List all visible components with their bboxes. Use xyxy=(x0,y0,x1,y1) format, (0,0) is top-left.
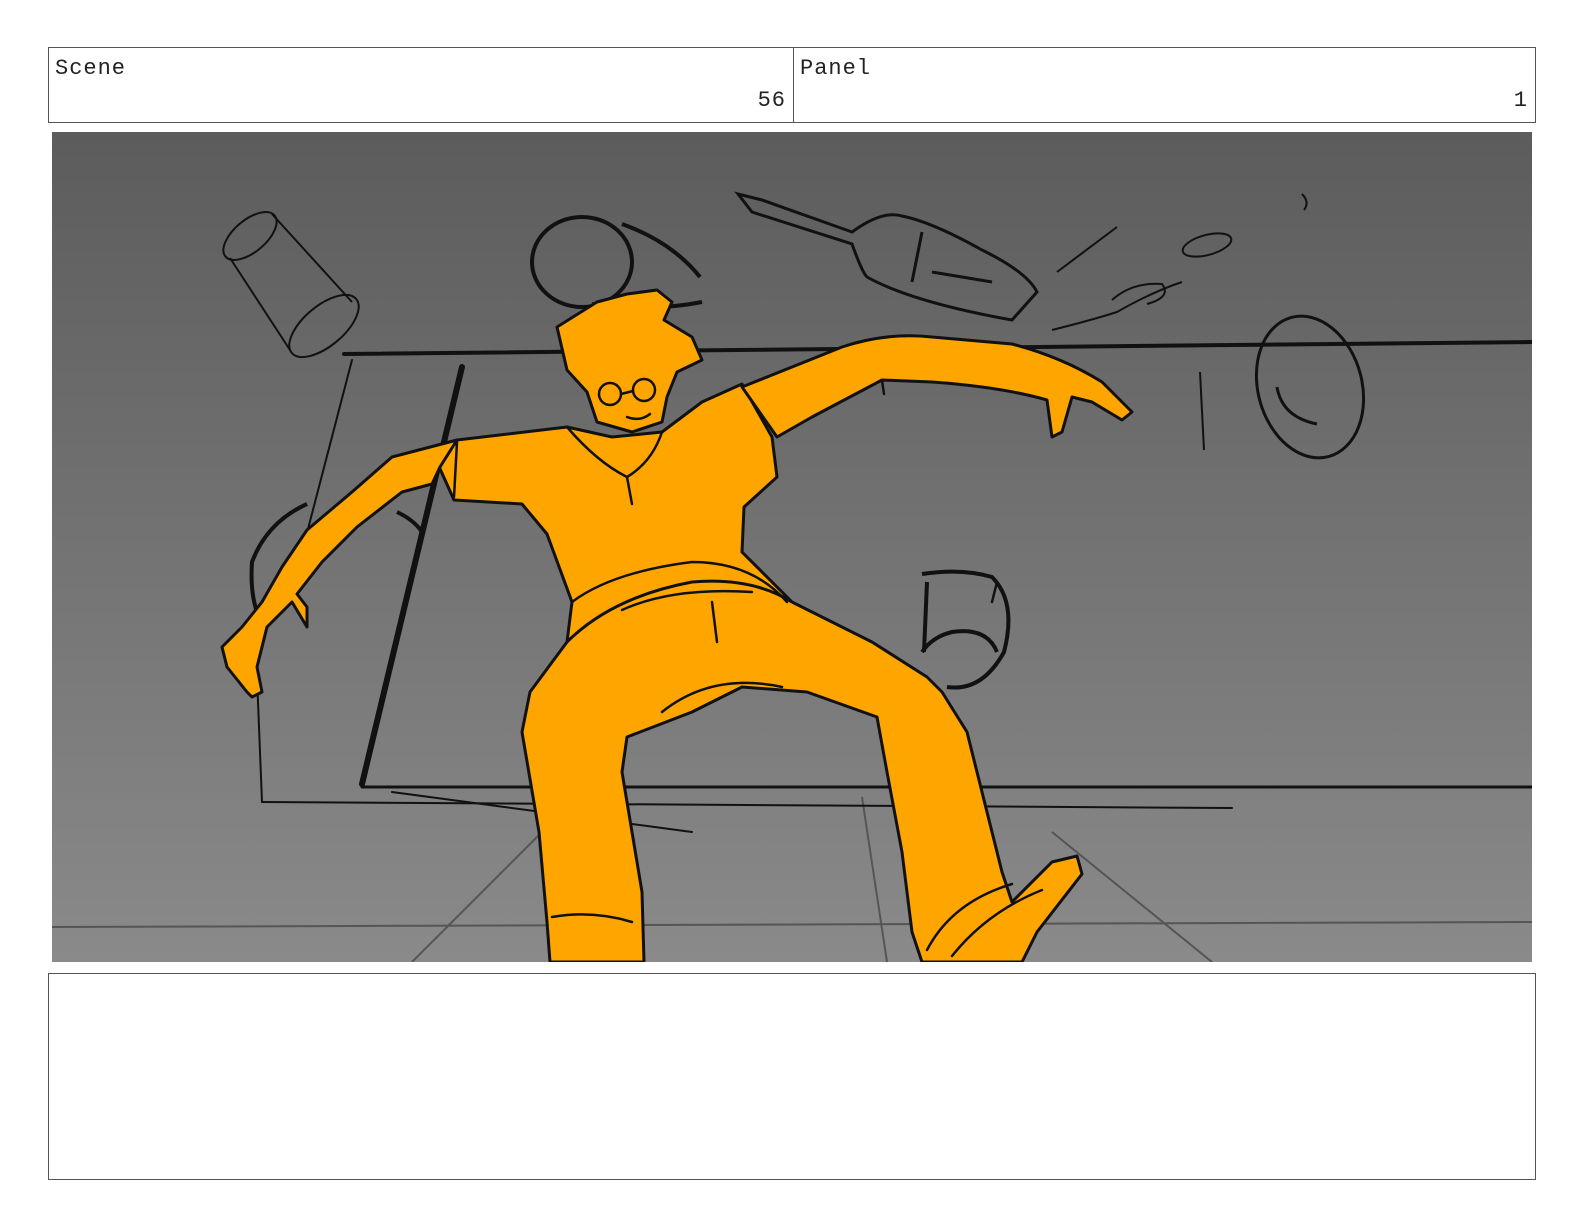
panel-label: Panel xyxy=(800,56,872,81)
panel-cell: Panel 1 xyxy=(794,48,1535,122)
scene-cell: Scene 56 xyxy=(49,48,794,122)
sketch-drawing xyxy=(52,132,1532,962)
frame-background xyxy=(52,132,1532,962)
notes-box[interactable] xyxy=(48,973,1536,1180)
scene-number: 56 xyxy=(757,88,786,113)
storyboard-frame xyxy=(52,132,1532,962)
panel-number: 1 xyxy=(1513,88,1528,113)
scene-label: Scene xyxy=(55,56,127,81)
storyboard-header: Scene 56 Panel 1 xyxy=(48,47,1536,123)
